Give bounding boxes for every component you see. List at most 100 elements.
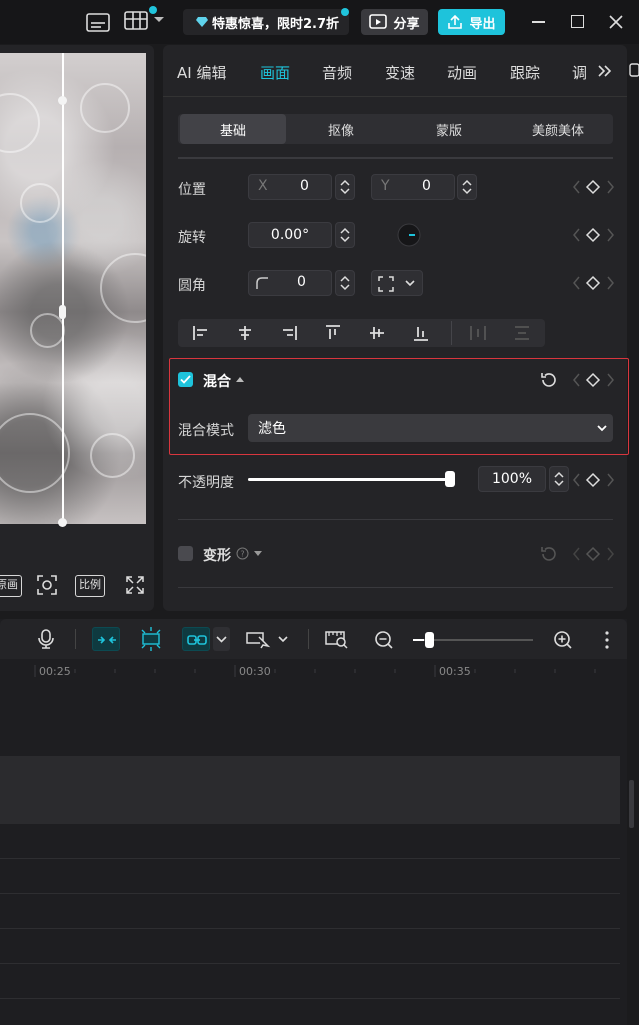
subtab-beauty[interactable]: 美颜美体 bbox=[504, 114, 612, 144]
reset-icon[interactable] bbox=[540, 371, 558, 389]
corner-stepper[interactable] bbox=[335, 270, 355, 296]
fit-icon[interactable] bbox=[37, 575, 57, 595]
align-bottom-icon[interactable] bbox=[412, 324, 430, 342]
position-keyframe-icon[interactable] bbox=[571, 177, 617, 197]
linkage-dropdown[interactable] bbox=[213, 627, 230, 651]
promo-button[interactable]: 特惠惊喜，限时2.7折 bbox=[183, 9, 349, 35]
rotation-keyframe-icon[interactable] bbox=[571, 225, 617, 245]
track-separator bbox=[0, 963, 620, 964]
timeline-zoom-fit-icon[interactable] bbox=[325, 629, 349, 649]
promo-text: 特惠惊喜，限时2.7折 bbox=[212, 16, 340, 32]
track-separator bbox=[0, 858, 620, 859]
opacity-input[interactable]: 100% bbox=[478, 466, 546, 492]
corner-style-dropdown[interactable] bbox=[371, 270, 423, 296]
align-center-v-icon[interactable] bbox=[368, 324, 386, 342]
tick-label: 00:30 bbox=[239, 665, 271, 678]
share-label: 分享 bbox=[393, 16, 420, 32]
position-y-stepper[interactable] bbox=[457, 174, 477, 200]
layout-icon[interactable] bbox=[124, 11, 150, 31]
opacity-value: 100 bbox=[491, 471, 519, 487]
top-handle[interactable] bbox=[58, 96, 67, 105]
share-button[interactable]: 分享 bbox=[361, 9, 428, 35]
align-center-h-icon[interactable] bbox=[236, 324, 254, 342]
tab-picture[interactable]: 画面 bbox=[260, 62, 290, 83]
collapse-icon[interactable] bbox=[235, 376, 245, 383]
corner-value: 0 bbox=[297, 274, 306, 290]
position-x-stepper[interactable] bbox=[335, 174, 355, 200]
microphone-icon[interactable] bbox=[38, 629, 54, 649]
corner-input[interactable]: 0 bbox=[248, 270, 332, 296]
subtab-cutout[interactable]: 抠像 bbox=[288, 114, 394, 144]
blend-keyframe-icon[interactable] bbox=[571, 370, 617, 390]
rotation-input[interactable]: 0.00° bbox=[248, 222, 332, 248]
opacity-keyframe-icon[interactable] bbox=[571, 470, 617, 490]
subtab-mask[interactable]: 蒙版 bbox=[396, 114, 502, 144]
more-options-icon[interactable] bbox=[605, 631, 609, 649]
tab-tracking[interactable]: 跟踪 bbox=[510, 62, 540, 83]
share-icon bbox=[369, 14, 388, 29]
upload-icon bbox=[448, 14, 463, 29]
align-top-icon[interactable] bbox=[324, 324, 342, 342]
maximize-icon[interactable] bbox=[571, 15, 584, 28]
opacity-slider-track[interactable] bbox=[248, 478, 453, 481]
opacity-stepper[interactable] bbox=[549, 466, 569, 492]
export-button[interactable]: 导出 bbox=[438, 9, 505, 35]
zoom-slider-handle[interactable] bbox=[425, 632, 434, 648]
subtitle-icon[interactable] bbox=[86, 13, 110, 32]
blend-mode-select[interactable]: 滤色 bbox=[248, 414, 613, 442]
transform-keyframe-icon[interactable] bbox=[571, 544, 617, 564]
chevron-down-icon bbox=[597, 425, 607, 432]
position-x-input[interactable]: X 0 bbox=[248, 174, 332, 200]
corner-keyframe-icon[interactable] bbox=[571, 273, 617, 293]
zoom-in-icon[interactable] bbox=[553, 630, 573, 650]
auto-snap-icon[interactable] bbox=[137, 626, 165, 652]
fullscreen-icon[interactable] bbox=[126, 576, 144, 594]
distribute-v-icon[interactable] bbox=[513, 324, 531, 342]
opacity-slider-handle[interactable] bbox=[445, 471, 455, 487]
ratio-button[interactable]: 比例 bbox=[75, 575, 105, 597]
tick-label: 00:25 bbox=[39, 665, 71, 678]
main-track-magnet-icon[interactable] bbox=[92, 627, 120, 651]
minimize-icon[interactable] bbox=[532, 21, 545, 23]
preview-axis-icon[interactable] bbox=[246, 629, 290, 649]
align-left-icon[interactable] bbox=[192, 324, 210, 342]
tab-animation[interactable]: 动画 bbox=[447, 62, 477, 83]
video-preview[interactable] bbox=[0, 53, 146, 524]
more-tabs-icon[interactable] bbox=[598, 65, 612, 77]
timeline-scrollbar[interactable] bbox=[629, 780, 634, 828]
align-right-icon[interactable] bbox=[280, 324, 298, 342]
notification-dot bbox=[149, 6, 157, 14]
linkage-icon[interactable] bbox=[182, 627, 210, 651]
position-y-input[interactable]: Y 0 bbox=[371, 174, 455, 200]
zoom-out-icon[interactable] bbox=[374, 630, 394, 650]
original-frame-button[interactable]: 原画 bbox=[0, 575, 22, 597]
export-label: 导出 bbox=[469, 16, 496, 32]
distribute-h-icon[interactable] bbox=[469, 324, 487, 342]
middle-handle[interactable] bbox=[59, 305, 66, 319]
section-divider bbox=[178, 587, 613, 588]
rotation-dial-icon[interactable] bbox=[397, 223, 421, 247]
alignment-bar bbox=[178, 319, 545, 347]
timeline-track[interactable] bbox=[0, 756, 620, 824]
track-separator bbox=[0, 893, 620, 894]
time-ruler bbox=[0, 659, 627, 683]
toolbar-divider bbox=[75, 629, 76, 649]
tab-speed[interactable]: 变速 bbox=[385, 62, 415, 83]
y-value: 0 bbox=[422, 178, 431, 194]
blend-checkbox[interactable] bbox=[178, 372, 193, 387]
close-icon[interactable] bbox=[609, 15, 623, 29]
help-icon[interactable]: ? bbox=[236, 547, 249, 560]
transform-checkbox[interactable] bbox=[178, 546, 193, 561]
tab-ai-edit[interactable]: AI 编辑 bbox=[177, 62, 226, 83]
rotation-stepper[interactable] bbox=[335, 222, 355, 248]
bottom-handle[interactable] bbox=[58, 518, 67, 527]
transform-reset-icon[interactable] bbox=[540, 545, 558, 563]
frame-label: 原画 bbox=[0, 578, 18, 591]
subtab-basic[interactable]: 基础 bbox=[180, 114, 286, 144]
tab-adjust[interactable]: 调 bbox=[572, 62, 586, 83]
tab-audio[interactable]: 音频 bbox=[322, 62, 352, 83]
panel-toggle-icon[interactable] bbox=[629, 63, 639, 77]
chevron-down-icon[interactable] bbox=[153, 16, 165, 24]
corner-label: 圆角 bbox=[178, 278, 206, 294]
expand-icon[interactable] bbox=[253, 550, 263, 557]
